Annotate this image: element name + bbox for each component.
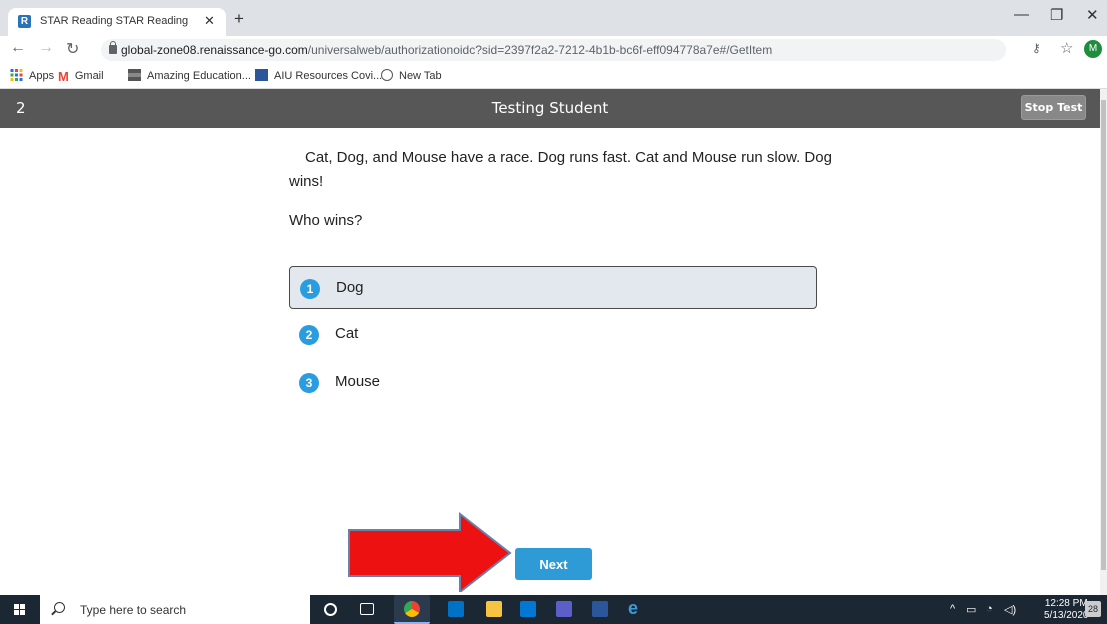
cortana-icon[interactable]	[324, 603, 337, 616]
search-icon	[54, 602, 65, 613]
address-bar[interactable]: global-zone08.renaissance-go.com/univers…	[101, 39, 1006, 61]
mail-icon[interactable]	[520, 601, 536, 617]
bookmark-aiu-resources[interactable]: AIU Resources Covi...	[255, 69, 382, 82]
browser-tab-strip: R STAR Reading STAR Reading Ente ✕ + — ❐…	[0, 0, 1107, 36]
choice-label: Cat	[335, 325, 359, 342]
gmail-icon: M	[58, 69, 69, 84]
outlook-icon[interactable]	[448, 601, 464, 617]
renaissance-favicon-icon: R	[18, 15, 31, 28]
question-number: 2	[16, 99, 26, 117]
apps-grid-icon	[10, 69, 23, 81]
new-tab-button[interactable]: +	[234, 9, 244, 29]
file-explorer-icon[interactable]	[486, 601, 502, 617]
notification-center-icon[interactable]: 28	[1085, 601, 1101, 617]
lock-icon	[109, 41, 117, 54]
choice-label: Mouse	[335, 373, 381, 390]
answer-choice[interactable]: 1 Dog	[289, 266, 817, 309]
edge-icon[interactable]: e	[628, 598, 644, 618]
bookmark-apps[interactable]: Apps	[10, 69, 54, 82]
scrollbar-thumb[interactable]	[1101, 100, 1106, 570]
tab-title: STAR Reading STAR Reading Ente	[40, 15, 190, 27]
stop-test-button[interactable]: Stop Test	[1021, 95, 1086, 120]
next-button[interactable]: Next	[515, 548, 592, 580]
student-name: Testing Student	[491, 99, 609, 117]
taskbar-search-input[interactable]: Type here to search	[40, 595, 310, 624]
education-icon	[128, 69, 141, 81]
word-icon[interactable]	[592, 601, 608, 617]
forward-icon[interactable]: →	[38, 39, 54, 57]
volume-icon[interactable]: ◁)	[1004, 603, 1016, 616]
choice-number-badge: 3	[299, 373, 319, 393]
teams-icon[interactable]	[556, 601, 572, 617]
test-header: Testing Student 2 Stop Test	[0, 89, 1100, 128]
choice-label: Dog	[336, 279, 364, 296]
battery-icon[interactable]: ▭	[966, 603, 976, 616]
close-tab-icon[interactable]: ✕	[204, 13, 215, 29]
minimize-icon[interactable]: —	[1014, 6, 1029, 23]
back-icon[interactable]: ←	[10, 39, 26, 57]
bookmark-gmail[interactable]: M Gmail	[58, 69, 104, 84]
reload-icon[interactable]: ↻	[66, 39, 79, 59]
search-placeholder: Type here to search	[80, 603, 187, 617]
chrome-icon	[404, 601, 420, 617]
choice-number-badge: 2	[299, 325, 319, 345]
screen: R STAR Reading STAR Reading Ente ✕ + — ❐…	[0, 0, 1107, 624]
browser-toolbar: ← → ↻ global-zone08.renaissance-go.com/u…	[0, 36, 1107, 63]
bookmark-star-icon[interactable]: ☆	[1060, 39, 1073, 57]
globe-icon	[381, 69, 393, 81]
tray-chevron-icon[interactable]: ^	[950, 603, 955, 615]
profile-avatar[interactable]: M	[1084, 40, 1102, 58]
system-clock[interactable]: 12:28 PM 5/13/2020	[1044, 598, 1089, 622]
bookmark-amazing-education[interactable]: Amazing Education...	[128, 69, 251, 82]
answer-choice[interactable]: 3 Mouse	[289, 361, 817, 404]
choice-number-badge: 1	[300, 279, 320, 299]
windows-start-icon[interactable]	[14, 604, 26, 616]
bookmarks-bar: Apps M Gmail Amazing Education... AIU Res…	[0, 63, 1107, 89]
red-arrow-annotation	[348, 512, 512, 592]
restore-icon[interactable]: ❐	[1050, 6, 1063, 24]
wifi-icon[interactable]: ◔	[986, 603, 993, 615]
browser-tab[interactable]: R STAR Reading STAR Reading Ente ✕	[8, 8, 226, 36]
menu-icon[interactable]: ⋮	[1102, 40, 1107, 57]
window-close-icon[interactable]: ✕	[1086, 6, 1099, 24]
task-view-icon[interactable]	[360, 603, 374, 615]
key-icon[interactable]: ⚷	[1032, 41, 1041, 55]
taskbar: Type here to search e ^ ▭ ◔ ◁) 12:28 PM …	[0, 595, 1107, 624]
url-text: global-zone08.renaissance-go.com/univers…	[121, 43, 773, 57]
bookmark-new-tab[interactable]: New Tab	[381, 69, 442, 82]
calendar-icon	[255, 69, 268, 81]
answer-choice[interactable]: 2 Cat	[289, 313, 817, 356]
question-text: Who wins?	[289, 212, 363, 229]
reading-passage: Cat, Dog, and Mouse have a race. Dog run…	[289, 149, 832, 190]
